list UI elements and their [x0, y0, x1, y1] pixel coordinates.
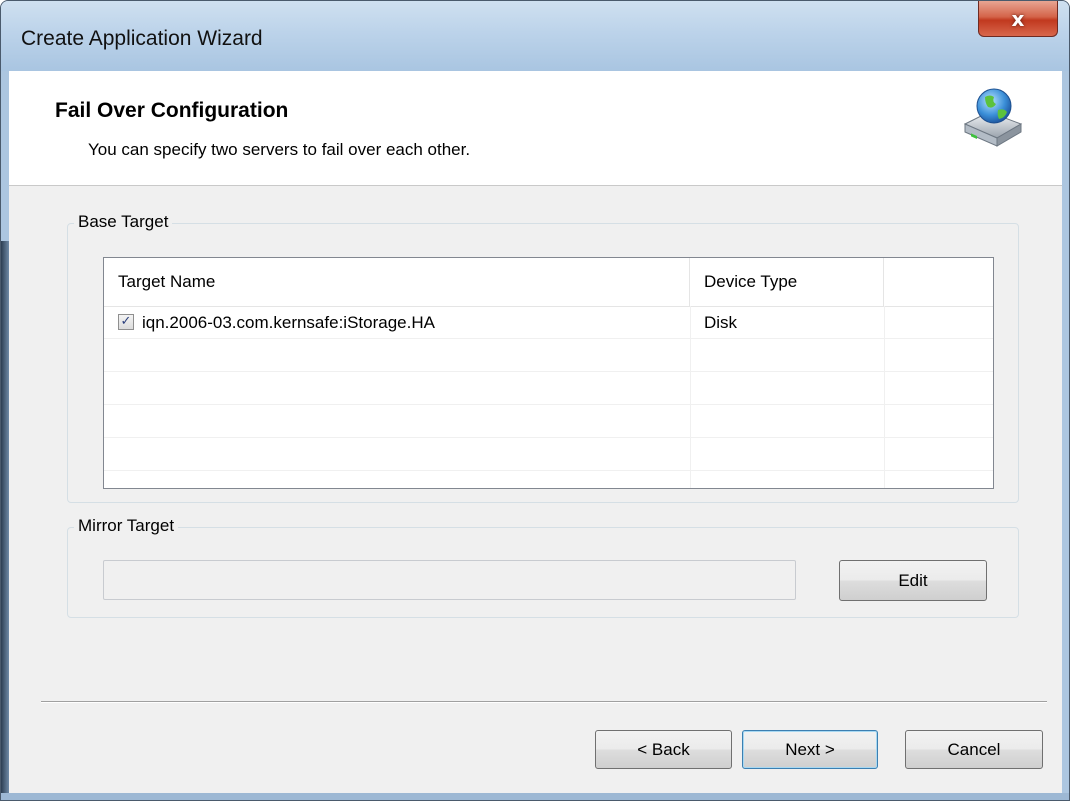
edit-button[interactable]: Edit — [839, 560, 987, 601]
row-checkbox[interactable]: ✓ — [118, 314, 134, 330]
back-button[interactable]: < Back — [595, 730, 732, 769]
next-button[interactable]: Next > — [742, 730, 878, 769]
mirror-target-label: Mirror Target — [74, 516, 179, 536]
column-header-target-name[interactable]: Target Name — [104, 258, 690, 306]
device-type-cell: Disk — [704, 312, 738, 332]
column-header-device-type[interactable]: Device Type — [690, 258, 884, 306]
window-title: Create Application Wizard — [21, 27, 263, 50]
empty-row — [104, 372, 993, 405]
wizard-window: Create Application Wizard x Fail Over Co… — [0, 0, 1070, 801]
empty-row — [104, 438, 993, 471]
base-target-label: Base Target — [74, 212, 173, 232]
target-list[interactable]: Target Name Device Type ✓ iqn.2006-03.co… — [103, 257, 994, 489]
network-drive-globe-icon — [963, 88, 1023, 147]
page-title: Fail Over Configuration — [55, 99, 289, 122]
target-name-cell: iqn.2006-03.com.kernsafe:iStorage.HA — [142, 312, 435, 332]
checkmark-icon: ✓ — [120, 314, 132, 329]
column-header-blank[interactable] — [884, 258, 993, 306]
close-button[interactable]: x — [978, 1, 1058, 37]
page-subtitle: You can specify two servers to fail over… — [88, 140, 471, 159]
table-row[interactable]: ✓ iqn.2006-03.com.kernsafe:iStorage.HA D… — [104, 306, 993, 339]
footer-separator — [41, 701, 1047, 703]
mirror-target-field — [103, 560, 796, 600]
window-bottom-frame — [1, 793, 1069, 800]
wizard-header: Fail Over Configuration You can specify … — [9, 71, 1062, 186]
wizard-client-area: Fail Over Configuration You can specify … — [9, 71, 1062, 793]
cancel-button[interactable]: Cancel — [905, 730, 1043, 769]
window-left-frame — [1, 241, 9, 800]
empty-row — [104, 339, 993, 372]
list-header: Target Name Device Type — [104, 258, 993, 307]
close-icon: x — [1011, 6, 1025, 31]
title-bar[interactable]: Create Application Wizard x — [1, 1, 1069, 71]
empty-row — [104, 405, 993, 438]
